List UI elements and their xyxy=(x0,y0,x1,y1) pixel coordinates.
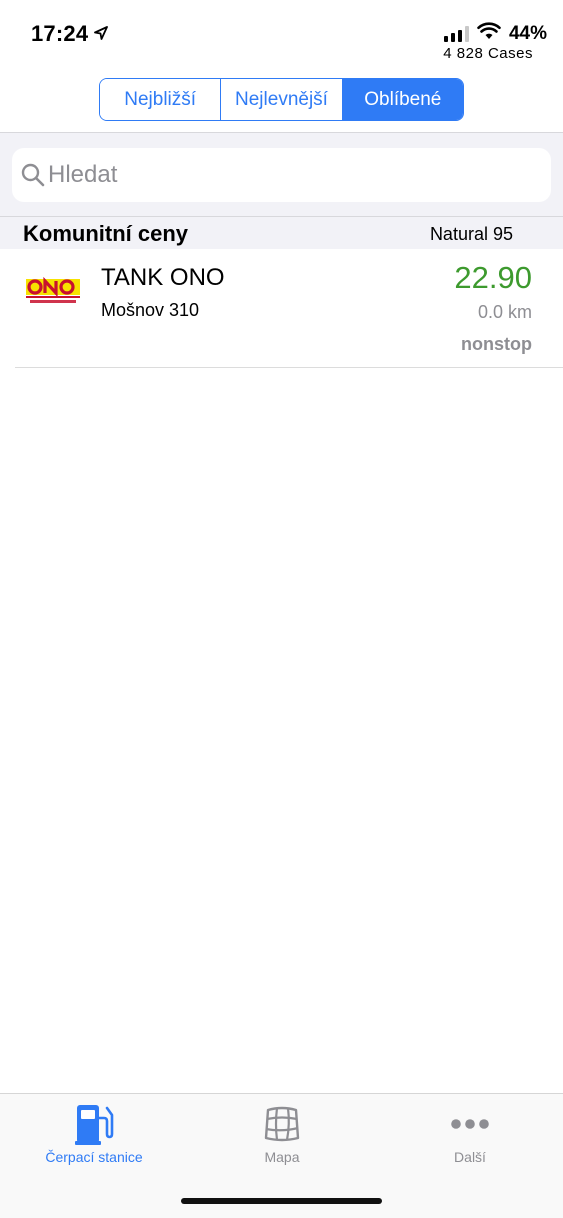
tab-map[interactable]: Mapa xyxy=(188,1094,376,1184)
station-row[interactable]: TANK ONO Mošnov 310 22.90 0.0 km nonstop xyxy=(0,249,563,368)
status-indicators: 44% xyxy=(443,22,547,45)
home-indicator[interactable] xyxy=(181,1198,382,1204)
location-arrow-icon xyxy=(94,20,109,46)
wifi-icon xyxy=(477,22,501,45)
station-hours: nonstop xyxy=(461,334,532,354)
segment-cheapest[interactable]: Nejlevnější xyxy=(220,79,342,120)
station-distance: 0.0 km xyxy=(477,302,532,322)
ono-logo-icon xyxy=(26,276,80,305)
battery-percent: 44% xyxy=(508,22,547,44)
search-icon xyxy=(20,162,46,188)
section-header: Komunitní ceny Natural 95 xyxy=(0,216,563,249)
status-time: 17:24 xyxy=(31,20,109,47)
more-dots-icon xyxy=(448,1102,492,1146)
search-input[interactable] xyxy=(48,161,528,189)
segment-nearest[interactable]: Nejbližší xyxy=(100,79,221,120)
station-address: Mošnov 310 xyxy=(101,300,200,320)
status-time-text: 17:24 xyxy=(31,21,89,46)
fuel-pump-icon xyxy=(72,1102,116,1146)
fuel-type-label: Natural 95 xyxy=(429,224,513,244)
tab-fuel-stations[interactable]: Čerpací stanice xyxy=(0,1094,188,1184)
section-title: Komunitní ceny xyxy=(23,221,189,246)
segment-favorites[interactable]: Oblíbené xyxy=(341,79,463,120)
map-icon xyxy=(260,1102,304,1146)
cellular-signal-icon xyxy=(443,25,469,42)
sort-segmented-control: Nejbližší Nejlevnější Oblíbené xyxy=(99,78,464,121)
search-box[interactable] xyxy=(12,148,551,202)
status-bar: 17:24 44% 4 828 Cases xyxy=(0,0,563,66)
tab-map-label: Mapa xyxy=(264,1149,300,1165)
tab-more[interactable]: Další xyxy=(376,1094,563,1184)
station-price: 22.90 xyxy=(454,260,532,295)
cases-counter: 4 828 Cases xyxy=(443,45,533,62)
tab-fuel-stations-label: Čerpací stanice xyxy=(45,1149,143,1165)
tab-more-label: Další xyxy=(454,1149,486,1165)
station-name: TANK ONO xyxy=(101,264,225,291)
search-area xyxy=(0,132,563,216)
